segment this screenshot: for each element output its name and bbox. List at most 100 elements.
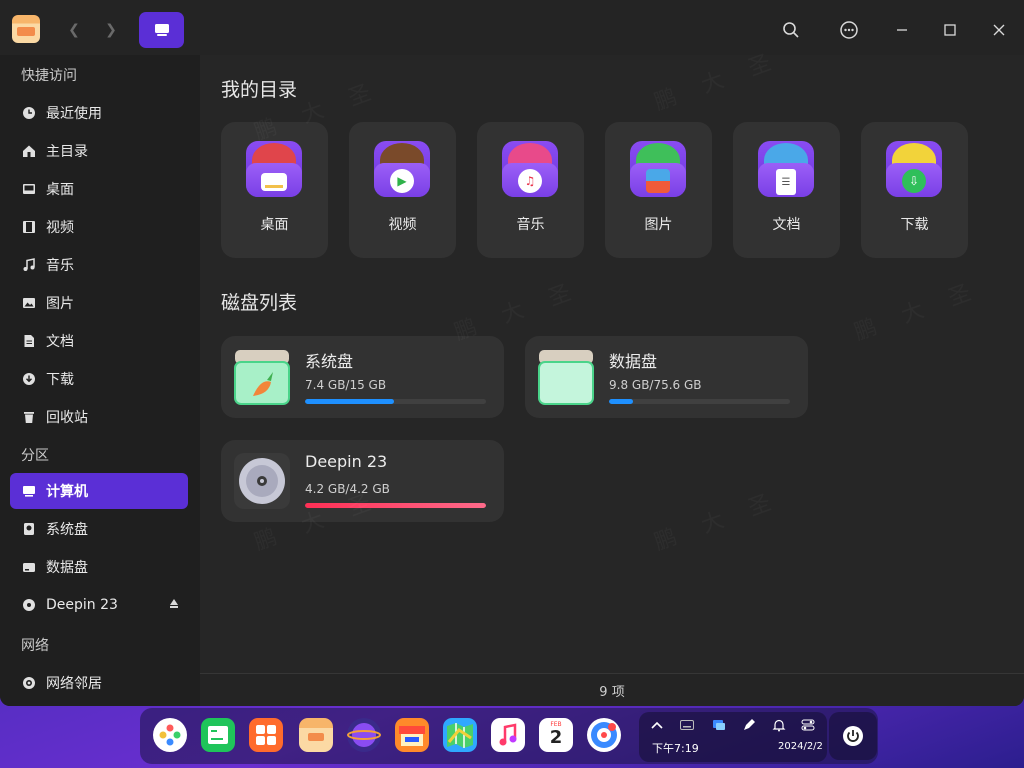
terminal-icon[interactable] xyxy=(201,718,235,752)
video-icon xyxy=(21,219,37,235)
disk-deepin23[interactable]: Deepin 23 4.2 GB/4.2 GB xyxy=(221,440,504,522)
sidebar-item-downloads[interactable]: 下载 xyxy=(10,361,188,397)
disk-name: 数据盘 xyxy=(609,352,658,371)
download-icon xyxy=(21,371,37,387)
app-store-icon[interactable] xyxy=(395,718,429,752)
sidebar-item-system-disk[interactable]: 系统盘 xyxy=(10,511,188,547)
disk-system[interactable]: 系统盘 7.4 GB/15 GB xyxy=(221,336,504,418)
disk-icon xyxy=(21,559,37,575)
sidebar-item-home[interactable]: 主目录 xyxy=(10,133,188,169)
sidebar-item-computer[interactable]: 计算机 xyxy=(10,473,188,509)
music-icon[interactable] xyxy=(491,718,525,752)
maps-icon[interactable] xyxy=(443,718,477,752)
keyboard-icon[interactable] xyxy=(680,718,694,732)
folder-desktop[interactable]: 桌面 xyxy=(221,122,328,258)
folder-label: 下载 xyxy=(900,217,929,233)
item-count: 9 项 xyxy=(599,684,625,700)
sidebar-group-quick-access: 快捷访问 xyxy=(21,68,77,84)
sidebar-item-label: 计算机 xyxy=(46,484,88,500)
minimize-icon[interactable] xyxy=(890,18,914,42)
maximize-icon[interactable] xyxy=(938,18,962,42)
disk-usage-fill xyxy=(305,399,394,404)
sidebar-item-trash[interactable]: 回收站 xyxy=(10,399,188,435)
disk-size: 7.4 GB/15 GB xyxy=(305,378,387,392)
power-button[interactable] xyxy=(829,712,877,760)
status-bar: 9 项 xyxy=(200,673,1024,706)
notification-icon[interactable] xyxy=(772,718,786,732)
file-manager-icon[interactable] xyxy=(299,718,333,752)
sidebar-item-music[interactable]: 音乐 xyxy=(10,247,188,283)
search-icon[interactable] xyxy=(779,18,803,42)
sidebar-item-data-disk[interactable]: 数据盘 xyxy=(10,549,188,585)
desktop-icon xyxy=(21,181,37,197)
disk-usage-fill xyxy=(305,503,486,508)
optical-disc-icon xyxy=(233,452,291,510)
computer-icon xyxy=(21,483,37,499)
disk-size: 9.8 GB/75.6 GB xyxy=(609,378,702,392)
folder-pictures[interactable]: 图片 xyxy=(605,122,712,258)
clock-time[interactable]: 下午7:19 xyxy=(652,740,699,756)
sidebar-item-label: 最近使用 xyxy=(46,106,102,122)
folder-downloads[interactable]: ⇩ 下载 xyxy=(861,122,968,258)
disk-name: 系统盘 xyxy=(305,352,354,371)
chevron-up-icon[interactable] xyxy=(650,718,664,732)
close-icon[interactable] xyxy=(987,18,1011,42)
disc-icon xyxy=(21,597,37,613)
folder-documents[interactable]: ☰ 文档 xyxy=(733,122,840,258)
control-center-icon[interactable] xyxy=(801,718,815,732)
sidebar-item-deepin23[interactable]: Deepin 23 xyxy=(10,587,188,623)
image-folder-icon xyxy=(630,141,686,197)
pen-icon[interactable] xyxy=(742,718,756,732)
home-icon xyxy=(21,143,37,159)
disk-icon xyxy=(21,521,37,537)
sidebar-item-videos[interactable]: 视频 xyxy=(10,209,188,245)
folder-videos[interactable]: ▶ 视频 xyxy=(349,122,456,258)
view-toggle-button[interactable] xyxy=(139,12,184,48)
disk-size: 4.2 GB/4.2 GB xyxy=(305,482,390,496)
sidebar-item-documents[interactable]: 文档 xyxy=(10,323,188,359)
network-status-icon[interactable] xyxy=(712,718,726,732)
video-folder-icon: ▶ xyxy=(374,141,430,197)
eject-icon[interactable] xyxy=(170,599,178,608)
sidebar-item-desktop[interactable]: 桌面 xyxy=(10,171,188,207)
file-manager-window: ❮ ❯ 快捷访问 最近使用 主目录 桌面 视频 音乐 图片 文档 下载 回收站 … xyxy=(0,0,1024,706)
folder-label: 视频 xyxy=(388,217,417,233)
sidebar-item-label: 桌面 xyxy=(46,182,74,198)
browser-icon[interactable] xyxy=(347,718,381,752)
disk-usage-bar xyxy=(305,399,486,404)
system-tray: 下午7:19 2024/2/2 xyxy=(639,712,827,762)
sidebar-item-label: 主目录 xyxy=(46,144,88,160)
calendar-icon[interactable]: FEB 2 xyxy=(539,718,573,752)
clock-date[interactable]: 2024/2/2 xyxy=(778,741,823,752)
music-icon xyxy=(21,257,37,273)
document-icon xyxy=(21,333,37,349)
chevron-left-icon[interactable]: ❮ xyxy=(61,17,87,43)
system-disk-icon xyxy=(233,348,291,406)
sidebar-item-label: 文档 xyxy=(46,334,74,350)
sidebar-item-pictures[interactable]: 图片 xyxy=(10,285,188,321)
sidebar-item-label: 数据盘 xyxy=(46,560,88,576)
monitor-icon xyxy=(154,24,169,36)
multitask-icon[interactable] xyxy=(249,718,283,752)
deepin-browser-icon[interactable] xyxy=(587,718,621,752)
power-icon xyxy=(843,726,863,746)
folder-music[interactable]: ♫ 音乐 xyxy=(477,122,584,258)
chevron-right-icon[interactable]: ❯ xyxy=(98,17,124,43)
disk-name: Deepin 23 xyxy=(305,452,388,471)
sidebar-item-label: 图片 xyxy=(46,296,74,312)
launcher-icon[interactable] xyxy=(153,718,187,752)
sidebar-item-label: 系统盘 xyxy=(46,522,88,538)
calendar-day: 2 xyxy=(549,727,563,748)
sidebar-item-network-neighborhood[interactable]: 网络邻居 xyxy=(10,665,188,701)
trash-icon xyxy=(21,409,37,425)
sidebar-item-recent[interactable]: 最近使用 xyxy=(10,95,188,131)
sidebar-item-label: 音乐 xyxy=(46,258,74,274)
document-folder-icon: ☰ xyxy=(758,141,814,197)
sidebar: 快捷访问 最近使用 主目录 桌面 视频 音乐 图片 文档 下载 回收站 分区 计… xyxy=(0,55,200,706)
disk-list-title: 磁盘列表 xyxy=(221,292,298,314)
more-icon[interactable] xyxy=(837,18,861,42)
image-icon xyxy=(21,295,37,311)
disk-usage-bar xyxy=(305,503,486,508)
folder-label: 音乐 xyxy=(516,217,545,233)
disk-data[interactable]: 数据盘 9.8 GB/75.6 GB xyxy=(525,336,808,418)
